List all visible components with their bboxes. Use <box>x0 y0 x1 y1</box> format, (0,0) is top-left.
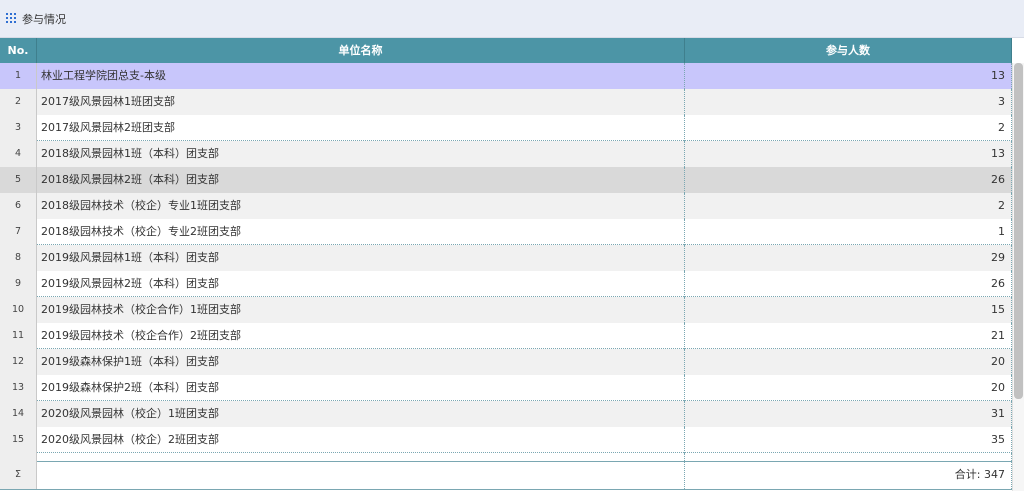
unit-name-cell: 2019级园林技术（校企合作）2班团支部 <box>37 323 685 349</box>
table-row[interactable]: 2 2017级风景园林1班团支部 3 <box>0 89 1012 115</box>
unit-name-cell: 2018级风景园林1班（本科）团支部 <box>37 141 685 167</box>
unit-name-cell: 2020级风景园林（校企）2班团支部 <box>37 427 685 453</box>
unit-name-cell: 2020级风景园林（校企）1班团支部 <box>37 401 685 427</box>
table-row[interactable]: 15 2020级风景园林（校企）2班团支部 35 <box>0 427 1012 453</box>
table-header: No. 单位名称 参与人数 <box>0 38 1012 63</box>
total-count: 合计: 347 <box>685 461 1012 489</box>
table-row[interactable]: 3 2017级风景园林2班团支部 2 <box>0 115 1012 141</box>
count-cell: 31 <box>685 401 1012 427</box>
count-cell: 3 <box>685 89 1012 115</box>
sum-symbol: Σ <box>0 461 37 489</box>
row-number: 4 <box>0 141 37 167</box>
table-row[interactable]: 10 2019级园林技术（校企合作）1班团支部 15 <box>0 297 1012 323</box>
panel-header: 参与情况 <box>0 0 1024 38</box>
unit-name-cell: 2018级风景园林2班（本科）团支部 <box>37 167 685 193</box>
count-cell: 20 <box>685 349 1012 375</box>
row-number: 9 <box>0 271 37 297</box>
unit-name-cell: 2019级森林保护2班（本科）团支部 <box>37 375 685 401</box>
unit-name-cell: 2018级园林技术（校企）专业1班团支部 <box>37 193 685 219</box>
row-number: 7 <box>0 219 37 245</box>
unit-name-cell: 2019级园林技术（校企合作）1班团支部 <box>37 297 685 323</box>
count-cell: 2 <box>685 115 1012 141</box>
unit-name-cell: 林业工程学院团总支-本级 <box>37 63 685 89</box>
column-header-name[interactable]: 单位名称 <box>37 38 685 63</box>
row-number: 13 <box>0 375 37 401</box>
table-row[interactable]: 11 2019级园林技术（校企合作）2班团支部 21 <box>0 323 1012 349</box>
table-row[interactable]: 12 2019级森林保护1班（本科）团支部 20 <box>0 349 1012 375</box>
row-number: 14 <box>0 401 37 427</box>
unit-name-cell: 2019级森林保护1班（本科）团支部 <box>37 349 685 375</box>
count-cell: 13 <box>685 63 1012 89</box>
table-row[interactable]: 13 2019级森林保护2班（本科）团支部 20 <box>0 375 1012 401</box>
summary-name-cell <box>37 461 685 489</box>
row-number: 15 <box>0 427 37 453</box>
count-cell: 35 <box>685 427 1012 453</box>
row-number: 8 <box>0 245 37 271</box>
partial-row-count <box>685 453 1012 461</box>
count-cell: 15 <box>685 297 1012 323</box>
table-body: 1 林业工程学院团总支-本级 13 2 2017级风景园林1班团支部 3 3 2… <box>0 63 1012 453</box>
row-number: 11 <box>0 323 37 349</box>
table-row[interactable]: 4 2018级风景园林1班（本科）团支部 13 <box>0 141 1012 167</box>
unit-name-cell: 2019级风景园林1班（本科）团支部 <box>37 245 685 271</box>
count-cell: 13 <box>685 141 1012 167</box>
unit-name-cell: 2017级风景园林2班团支部 <box>37 115 685 141</box>
partial-row-name <box>37 453 685 461</box>
count-cell: 26 <box>685 271 1012 297</box>
row-number: 10 <box>0 297 37 323</box>
table-row[interactable]: 14 2020级风景园林（校企）1班团支部 31 <box>0 401 1012 427</box>
grid-icon <box>6 12 18 25</box>
count-cell: 26 <box>685 167 1012 193</box>
partial-row-no <box>0 453 37 461</box>
table-row[interactable]: 7 2018级园林技术（校企）专业2班团支部 1 <box>0 219 1012 245</box>
row-number: 3 <box>0 115 37 141</box>
count-cell: 21 <box>685 323 1012 349</box>
vertical-scrollbar[interactable] <box>1012 63 1024 491</box>
column-header-count[interactable]: 参与人数 <box>685 38 1012 63</box>
table-row[interactable]: 9 2019级风景园林2班（本科）团支部 26 <box>0 271 1012 297</box>
unit-name-cell: 2018级园林技术（校企）专业2班团支部 <box>37 219 685 245</box>
column-header-no[interactable]: No. <box>0 38 37 63</box>
unit-name-cell: 2019级风景园林2班（本科）团支部 <box>37 271 685 297</box>
count-cell: 1 <box>685 219 1012 245</box>
row-number: 12 <box>0 349 37 375</box>
count-cell: 29 <box>685 245 1012 271</box>
table-row[interactable]: 8 2019级风景园林1班（本科）团支部 29 <box>0 245 1012 271</box>
summary-row: Σ 合计: 347 <box>0 461 1012 490</box>
count-cell: 2 <box>685 193 1012 219</box>
table-row[interactable]: 1 林业工程学院团总支-本级 13 <box>0 63 1012 89</box>
unit-name-cell: 2017级风景园林1班团支部 <box>37 89 685 115</box>
row-number: 5 <box>0 167 37 193</box>
row-number: 1 <box>0 63 37 89</box>
row-number: 2 <box>0 89 37 115</box>
scrollbar-thumb[interactable] <box>1014 63 1023 399</box>
table-row[interactable]: 5 2018级风景园林2班（本科）团支部 26 <box>0 167 1012 193</box>
count-cell: 20 <box>685 375 1012 401</box>
participation-table: No. 单位名称 参与人数 1 林业工程学院团总支-本级 13 2 2017级风… <box>0 38 1024 491</box>
panel-title: 参与情况 <box>22 12 66 26</box>
table-row[interactable]: 6 2018级园林技术（校企）专业1班团支部 2 <box>0 193 1012 219</box>
row-number: 6 <box>0 193 37 219</box>
